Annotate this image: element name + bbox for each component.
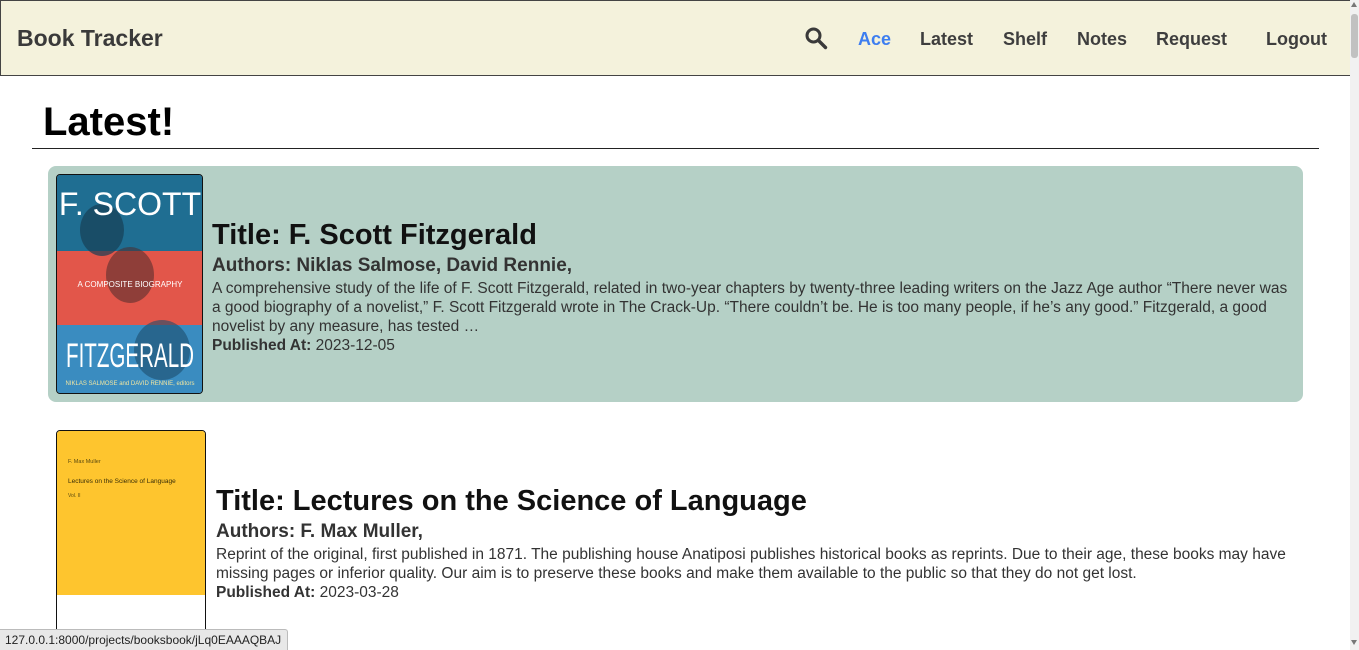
cover-text-bottom: FITZGERALD	[66, 337, 194, 375]
cover-title-text: Lectures on the Science of Language	[68, 478, 176, 485]
published-date: 2023-03-28	[319, 584, 399, 601]
published-label: Published At:	[212, 337, 312, 354]
cover-text-top: F. SCOTT	[59, 186, 201, 222]
book-published: Published At: 2023-03-28	[216, 583, 1289, 602]
page-title: Latest!	[43, 100, 175, 144]
cover-author-text: F. Max Muller	[68, 459, 101, 465]
title-divider	[32, 148, 1319, 149]
book-description: A comprehensive study of the life of F. …	[212, 280, 1288, 335]
nav-link-shelf[interactable]: Shelf	[1003, 29, 1047, 50]
book-title[interactable]: Title: F. Scott Fitzgerald	[212, 218, 1289, 252]
nav-link-logout[interactable]: Logout	[1266, 29, 1327, 50]
scrollbar[interactable]	[1350, 0, 1359, 650]
book-authors: Authors: F. Max Muller,	[216, 521, 423, 542]
book-description: Reprint of the original, first published…	[216, 546, 1286, 582]
nav-link-latest[interactable]: Latest	[920, 29, 973, 50]
book-info: Title: Lectures on the Science of Langua…	[216, 484, 1289, 602]
scroll-down-arrow-icon[interactable]	[1351, 640, 1357, 645]
brand-logo[interactable]: Book Tracker	[17, 25, 163, 52]
book-cover-image[interactable]: F. Max Muller Lectures on the Science of…	[56, 430, 206, 650]
book-title[interactable]: Title: Lectures on the Science of Langua…	[216, 484, 1289, 518]
cover-text-credit: NIKLAS SALMOSE and DAVID RENNIE, editors	[66, 381, 195, 387]
book-card[interactable]: F. SCOTT A COMPOSITE BIOGRAPHY FITZGERAL…	[48, 166, 1303, 402]
book-authors: Authors: Niklas Salmose, David Rennie,	[212, 255, 573, 276]
book-card[interactable]: F. Max Muller Lectures on the Science of…	[48, 422, 1303, 650]
book-published: Published At: 2023-12-05	[212, 336, 1289, 355]
search-icon[interactable]	[804, 26, 828, 50]
nav-link-request[interactable]: Request	[1156, 29, 1227, 50]
book-info: Title: F. Scott Fitzgerald Authors: Nikl…	[212, 218, 1289, 355]
cover-text-middle: A COMPOSITE BIOGRAPHY	[78, 280, 184, 289]
book-cover-image[interactable]: F. SCOTT A COMPOSITE BIOGRAPHY FITZGERAL…	[56, 174, 203, 394]
scrollbar-thumb[interactable]	[1351, 14, 1358, 58]
status-bar-url: 127.0.0.1:8000/projects/booksbook/jLq0EA…	[0, 629, 289, 650]
scroll-up-arrow-icon[interactable]	[1351, 2, 1357, 7]
nav-link-ace[interactable]: Ace	[858, 29, 891, 50]
published-label: Published At:	[216, 584, 316, 601]
nav-link-notes[interactable]: Notes	[1077, 29, 1127, 50]
cover-volume-text: Vol. II	[68, 493, 81, 499]
navbar: Book Tracker Ace Latest Shelf Notes Requ…	[0, 0, 1350, 76]
published-date: 2023-12-05	[315, 337, 395, 354]
